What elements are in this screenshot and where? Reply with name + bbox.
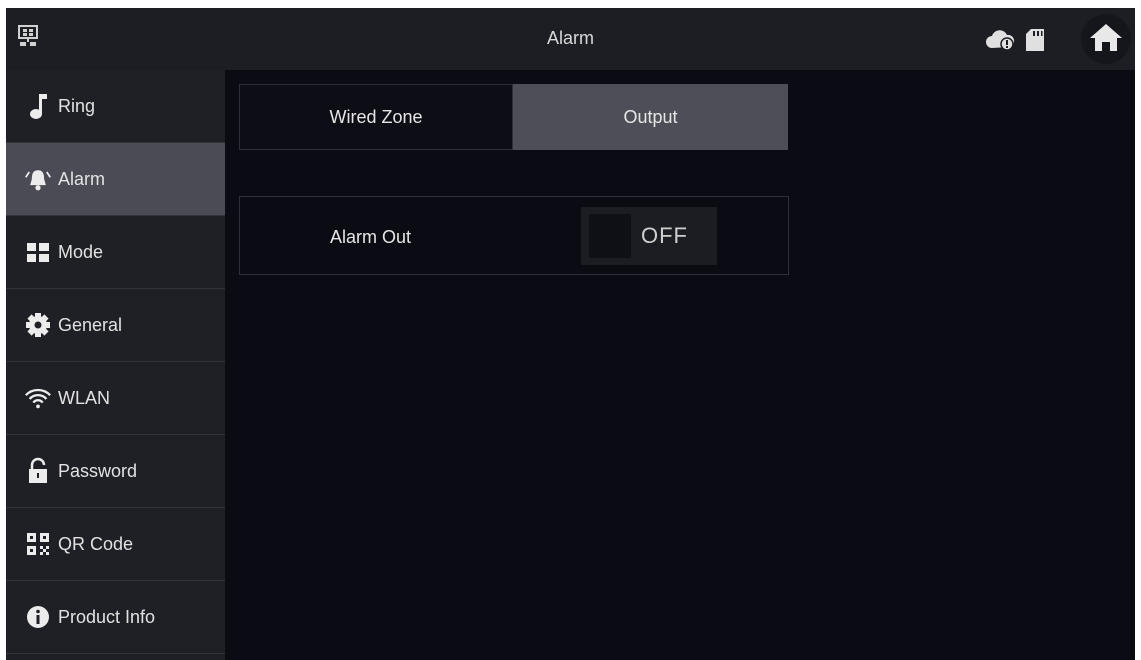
tab-bar: Wired Zone Output [239,84,788,150]
cloud-alert-icon [985,29,1015,56]
toggle-knob [589,214,631,258]
home-icon [1089,22,1123,57]
sidebar-item-label: Ring [58,95,96,116]
sd-card-icon [1025,28,1045,57]
page-title: Alarm [546,28,594,48]
alarm-bell-icon [24,165,52,193]
sidebar-item-wlan[interactable]: WLAN [6,362,225,435]
alarm-out-label: Alarm Out [330,227,412,247]
device-screen: Alarm Ring Alarm Mode General WLAN Passw… [6,8,1135,660]
mode-grid-icon [24,238,52,266]
lock-icon [24,457,52,485]
qr-code-icon [24,530,52,558]
sidebar-item-label: Alarm [58,168,106,189]
sidebar-item-label: QR Code [58,533,134,554]
sidebar-item-mode[interactable]: Mode [6,216,225,289]
tab-output[interactable]: Output [513,84,788,150]
music-note-icon [24,92,52,120]
main-content: Wired Zone Output Alarm Out OFF [225,70,1135,660]
status-icons [985,28,1045,57]
toggle-state-text: OFF [641,223,688,248]
sidebar-item-general[interactable]: General [6,289,225,362]
home-button[interactable] [1081,14,1131,64]
sidebar-item-qr-code[interactable]: QR Code [6,508,225,581]
wifi-icon [24,384,52,412]
alarm-out-toggle[interactable]: OFF [581,207,717,265]
sidebar-item-label: General [58,314,123,335]
top-bar: Alarm [6,8,1135,70]
info-icon [24,603,52,631]
tab-wired-zone[interactable]: Wired Zone [239,84,513,150]
sidebar-item-alarm[interactable]: Alarm [6,143,225,216]
sidebar-item-ring[interactable]: Ring [6,70,225,143]
sidebar-item-password[interactable]: Password [6,435,225,508]
sidebar-item-label: Mode [58,241,104,262]
sidebar-item-label: Password [58,460,138,481]
sidebar-item-label: WLAN [58,387,111,408]
sidebar: Ring Alarm Mode General WLAN Password QR… [6,70,225,660]
sidebar-item-product-info[interactable]: Product Info [6,581,225,654]
gear-icon [24,311,52,339]
alarm-out-row: Alarm Out OFF [239,196,789,275]
sidebar-item-label: Product Info [58,606,156,627]
